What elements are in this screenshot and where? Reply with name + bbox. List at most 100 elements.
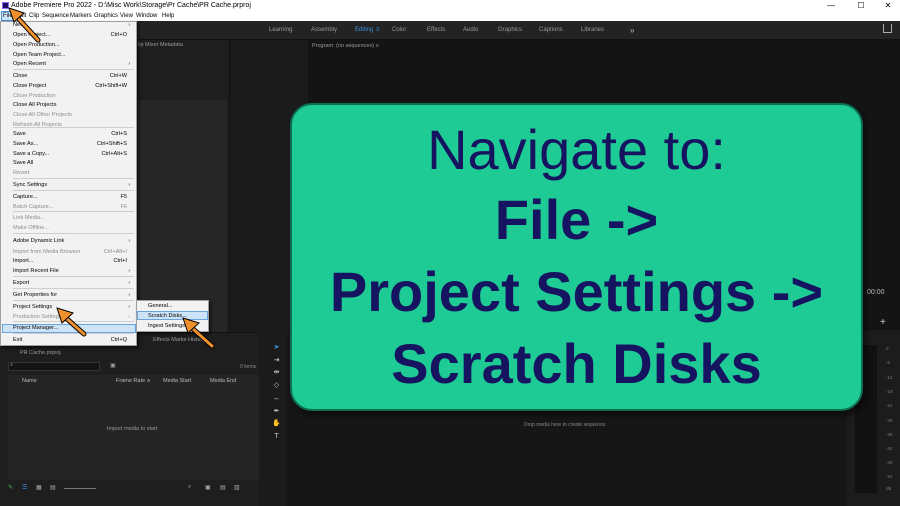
submenu-ingest-settings[interactable]: Ingest Settings...	[148, 322, 190, 331]
source-panel-tabs[interactable]: lip Mixer Metadata	[138, 42, 183, 48]
menu-item-label: Revert	[13, 170, 30, 176]
zoom-slider[interactable]	[64, 488, 96, 489]
file-menu-item[interactable]: Close Project Ctrl+Shift+W	[13, 82, 133, 91]
menu-item-label: Project Manager...	[13, 325, 59, 331]
workspace-learning[interactable]: Learning	[269, 21, 292, 40]
menu-item-label: New	[13, 22, 25, 28]
menu-view[interactable]: View	[120, 11, 133, 21]
file-menu-item[interactable]: Open Production...	[13, 41, 133, 50]
workspace-menu-icon[interactable]: ≡	[376, 21, 380, 40]
pen-tool-icon[interactable]: ✒	[272, 407, 281, 416]
maximize-button[interactable]: ☐	[850, 0, 872, 11]
file-menu-item[interactable]: Get Properties for ›	[13, 291, 133, 300]
file-menu-item[interactable]: Open Recent ›	[13, 60, 133, 69]
submenu-general[interactable]: General...	[148, 302, 173, 311]
meter-tick: -42	[886, 446, 893, 451]
file-menu-item: Close Production	[13, 92, 133, 101]
close-window-button[interactable]: ✕	[877, 0, 899, 11]
track-select-tool-icon[interactable]: ⇥	[272, 356, 281, 365]
menu-separator	[13, 276, 134, 277]
menu-item-label: Close Project	[13, 83, 47, 89]
column-media-start[interactable]: Media Start	[163, 378, 191, 384]
menu-separator	[13, 288, 134, 289]
file-menu-item[interactable]: Project Manager...	[13, 324, 133, 333]
menu-graphics[interactable]: Graphics	[94, 11, 118, 21]
menu-edit[interactable]: Edit	[16, 11, 26, 21]
meter-tick: -12	[886, 375, 893, 380]
menu-item-label: Import Recent File	[13, 268, 59, 274]
menu-file[interactable]: File	[1, 11, 15, 21]
more-workspaces-icon[interactable]: »	[630, 21, 634, 40]
workspace-graphics[interactable]: Graphics	[498, 21, 522, 40]
new-item-icon[interactable]: ▤	[220, 484, 226, 491]
file-menu-item[interactable]: Import... Ctrl+I	[13, 257, 133, 266]
menu-separator	[13, 190, 134, 191]
submenu-arrow-icon: ›	[128, 304, 130, 310]
effects-panel-tabs[interactable]: Effects Marke History	[153, 337, 205, 343]
column-media-end[interactable]: Media End	[210, 378, 236, 384]
menu-item-shortcut: Ctrl+Q	[110, 337, 127, 343]
selection-tool-icon[interactable]: ➤	[272, 343, 281, 352]
ripple-edit-tool-icon[interactable]: ⇹	[272, 368, 281, 377]
workspace-color[interactable]: Color	[392, 21, 406, 40]
menu-clip[interactable]: Clip	[29, 11, 39, 21]
hand-tool-icon[interactable]: ✋	[272, 419, 281, 428]
menu-separator	[13, 333, 134, 334]
file-menu-item[interactable]: Save Ctrl+S	[13, 130, 133, 139]
menu-separator	[13, 233, 134, 234]
program-monitor-title[interactable]: Program: (no sequences) ≡	[312, 43, 379, 49]
add-button-icon[interactable]: +	[880, 317, 886, 328]
menu-window[interactable]: Window	[136, 11, 157, 21]
file-menu-item[interactable]: Import Recent File ›	[13, 267, 133, 276]
slip-tool-icon[interactable]: ↔	[272, 394, 281, 403]
workspace-effects[interactable]: Effects	[427, 21, 445, 40]
callout-line-2: File ->	[494, 188, 659, 251]
project-search-input[interactable]	[8, 362, 100, 371]
file-menu-item[interactable]: Close Ctrl+W	[13, 72, 133, 81]
file-menu-item[interactable]: Save All	[13, 159, 133, 168]
new-bin-icon[interactable]: ▣	[110, 362, 116, 369]
type-tool-icon[interactable]: T	[272, 432, 281, 441]
workspace-captions[interactable]: Captions	[539, 21, 563, 40]
file-menu-item[interactable]: Export ›	[13, 279, 133, 288]
new-bin-bottom-icon[interactable]: ▣	[205, 484, 211, 491]
file-menu-item[interactable]: New ›	[13, 21, 133, 30]
menu-item-shortcut: Ctrl+Shift+W	[95, 83, 127, 89]
menu-help[interactable]: Help	[162, 11, 174, 21]
file-menu-item[interactable]: Capture... F5	[13, 193, 133, 202]
menu-markers[interactable]: Markers	[70, 11, 92, 21]
workspace-assembly[interactable]: Assembly	[311, 21, 337, 40]
column-name[interactable]: Name	[22, 378, 37, 384]
file-menu-item[interactable]: Sync Settings ›	[13, 181, 133, 190]
submenu-arrow-icon: ›	[128, 292, 130, 298]
file-menu-item: Close All Other Projects	[13, 111, 133, 120]
file-menu-item[interactable]: Open Team Project...	[13, 51, 133, 60]
minimize-button[interactable]: —	[820, 0, 842, 11]
list-view-icon[interactable]: ☰	[22, 484, 27, 491]
file-menu-item[interactable]: Exit Ctrl+Q	[13, 336, 133, 345]
program-timecode: 00:00	[867, 289, 885, 296]
workspace-editing[interactable]: Editing	[355, 21, 373, 40]
menu-sequence[interactable]: Sequence	[42, 11, 69, 21]
find-icon[interactable]: ⌕	[188, 484, 191, 491]
submenu-scratch-disks[interactable]: Scratch Disks...	[148, 312, 187, 321]
clear-icon[interactable]: ▥	[234, 484, 240, 491]
submenu-arrow-icon: ›	[128, 182, 130, 188]
share-icon[interactable]	[883, 24, 892, 33]
workspace-libraries[interactable]: Libraries	[581, 21, 604, 40]
file-menu-item[interactable]: Save a Copy... Ctrl+Alt+S	[13, 150, 133, 159]
menu-item-shortcut: Ctrl+Alt+I	[103, 249, 127, 255]
pencil-icon[interactable]: ✎	[8, 484, 13, 491]
freeform-view-icon[interactable]: ▤	[50, 484, 56, 491]
column-frame-rate[interactable]: Frame Rate ∧	[116, 378, 151, 384]
file-menu-item[interactable]: Open Project... Ctrl+O	[13, 31, 133, 40]
razor-tool-icon[interactable]: ◇	[272, 381, 281, 390]
file-menu-item[interactable]: Adobe Dynamic Link ›	[13, 237, 133, 246]
file-menu-item[interactable]: Close All Projects	[13, 101, 133, 110]
window-title: Adobe Premiere Pro 2022 - D:\Misc Work\S…	[11, 2, 251, 9]
icon-view-icon[interactable]: ▦	[36, 484, 42, 491]
workspace-audio[interactable]: Audio	[463, 21, 478, 40]
menu-separator	[13, 300, 134, 301]
file-menu-item[interactable]: Save As... Ctrl+Shift+S	[13, 140, 133, 149]
file-menu-item[interactable]: Project Settings ›	[13, 303, 133, 312]
